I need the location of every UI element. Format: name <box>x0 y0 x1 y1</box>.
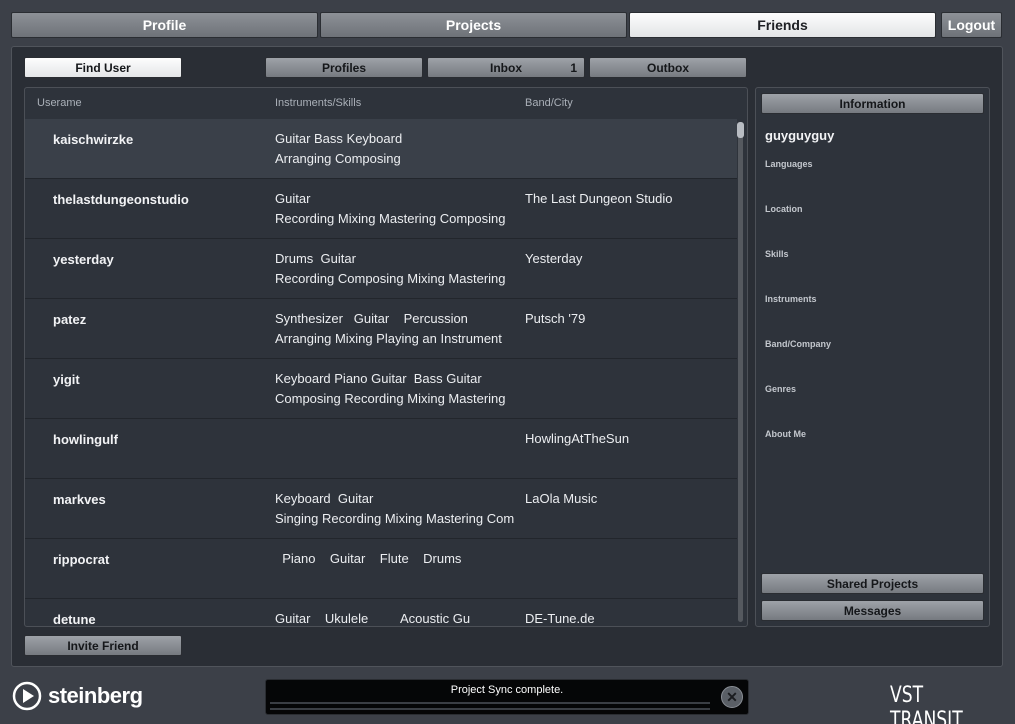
steinberg-logo: steinberg <box>12 680 143 712</box>
status-bar: Project Sync complete. <box>265 679 749 715</box>
tab-profile[interactable]: Profile <box>11 12 318 38</box>
outbox-button[interactable]: Outbox <box>589 57 747 78</box>
row-band-city: Yesterday <box>525 251 583 266</box>
profiles-button[interactable]: Profiles <box>265 57 423 78</box>
row-skills: Recording Mixing Mastering Composing <box>275 211 506 226</box>
shared-projects-button[interactable]: Shared Projects <box>761 573 984 594</box>
row-band-city: DE-Tune.de <box>525 611 595 626</box>
info-label-skills: Skills <box>765 249 789 259</box>
info-label-about-me: About Me <box>765 429 806 439</box>
status-progress-line <box>270 708 710 710</box>
info-label-location: Location <box>765 204 803 214</box>
close-icon[interactable]: ✕ <box>721 686 743 708</box>
inbox-button[interactable]: Inbox 1 <box>427 57 585 78</box>
row-instruments: Guitar Bass Keyboard <box>275 131 403 146</box>
row-instruments: Keyboard Guitar <box>275 491 374 506</box>
row-band-city: LaOla Music <box>525 491 598 506</box>
row-instruments: Synthesizer Guitar Percussion <box>275 311 468 326</box>
steinberg-logo-icon <box>12 681 42 711</box>
row-username: yesterday <box>53 252 114 267</box>
column-header-username[interactable]: Userame <box>37 97 82 109</box>
tab-projects[interactable]: Projects <box>320 12 627 38</box>
status-message: Project Sync complete. <box>450 684 564 696</box>
row-username: detune <box>53 612 96 627</box>
list-header: Userame Instruments/Skills Band/City <box>25 88 747 118</box>
table-row[interactable]: howlingulf HowlingAtTheSun <box>25 419 737 479</box>
invite-friend-button[interactable]: Invite Friend <box>24 635 182 656</box>
row-username: yigit <box>53 372 80 387</box>
row-username: kaischwirzke <box>53 132 134 147</box>
table-row[interactable]: thelastdungeonstudio Guitar Recording Mi… <box>25 179 737 239</box>
steinberg-logo-text: steinberg <box>48 683 143 708</box>
status-progress-line <box>270 702 710 704</box>
row-skills: Arranging Mixing Playing an Instrument <box>275 331 502 346</box>
row-skills: Singing Recording Mixing Mastering Com <box>275 511 515 526</box>
row-band-city: The Last Dungeon Studio <box>525 191 673 206</box>
row-skills: Arranging Composing <box>275 151 401 166</box>
row-username: markves <box>53 492 106 507</box>
table-row[interactable]: kaischwirzke Guitar Bass Keyboard Arrang… <box>25 119 737 179</box>
row-skills: Composing Recording Mixing Mastering <box>275 391 506 406</box>
table-row[interactable]: yesterday Drums Guitar Recording Composi… <box>25 239 737 299</box>
table-row[interactable]: yigit Keyboard Piano Guitar Bass Guitar … <box>25 359 737 419</box>
information-tab[interactable]: Information <box>761 93 984 114</box>
vst-transit-logo: VST TRANSIT <box>890 683 963 724</box>
info-label-band-company: Band/Company <box>765 339 832 349</box>
column-header-instruments[interactable]: Instruments/Skills <box>275 97 361 109</box>
logout-button[interactable]: Logout <box>941 12 1002 38</box>
table-row[interactable]: markves Keyboard Guitar Singing Recordin… <box>25 479 737 539</box>
info-label-languages: Languages <box>765 159 813 169</box>
info-username: guyguyguy <box>765 128 835 143</box>
inbox-label: Inbox <box>490 60 522 75</box>
row-instruments: Keyboard Piano Guitar Bass Guitar <box>275 371 482 386</box>
row-instruments: Piano Guitar Flute Drums <box>275 551 462 566</box>
row-band-city: HowlingAtTheSun <box>525 431 630 446</box>
row-instruments: Guitar <box>275 191 311 206</box>
row-username: patez <box>53 312 87 327</box>
table-row[interactable]: rippocrat Piano Guitar Flute Drums <box>25 539 737 599</box>
user-list: Userame Instruments/Skills Band/City kai… <box>24 87 748 627</box>
list-scroll-thumb[interactable] <box>737 122 744 138</box>
row-band-city: Putsch '79 <box>525 311 586 326</box>
row-username: thelastdungeonstudio <box>53 192 189 207</box>
info-label-genres: Genres <box>765 384 797 394</box>
messages-button[interactable]: Messages <box>761 600 984 621</box>
info-label-instruments: Instruments <box>765 294 817 304</box>
column-header-band-city[interactable]: Band/City <box>525 97 573 109</box>
tab-friends[interactable]: Friends <box>629 12 936 38</box>
table-row[interactable]: detune Guitar Ukulele Acoustic Gu DE-Tun… <box>25 599 737 627</box>
row-instruments: Drums Guitar <box>275 251 356 266</box>
row-instruments: Guitar Ukulele Acoustic Gu <box>275 611 471 626</box>
find-user-button[interactable]: Find User <box>24 57 182 78</box>
row-username: rippocrat <box>53 552 110 567</box>
row-skills: Recording Composing Mixing Mastering <box>275 271 506 286</box>
row-username: howlingulf <box>53 432 118 447</box>
table-row[interactable]: patez Synthesizer Guitar Percussion Arra… <box>25 299 737 359</box>
inbox-count-badge: 1 <box>570 61 577 75</box>
list-scrollbar[interactable] <box>738 122 743 622</box>
